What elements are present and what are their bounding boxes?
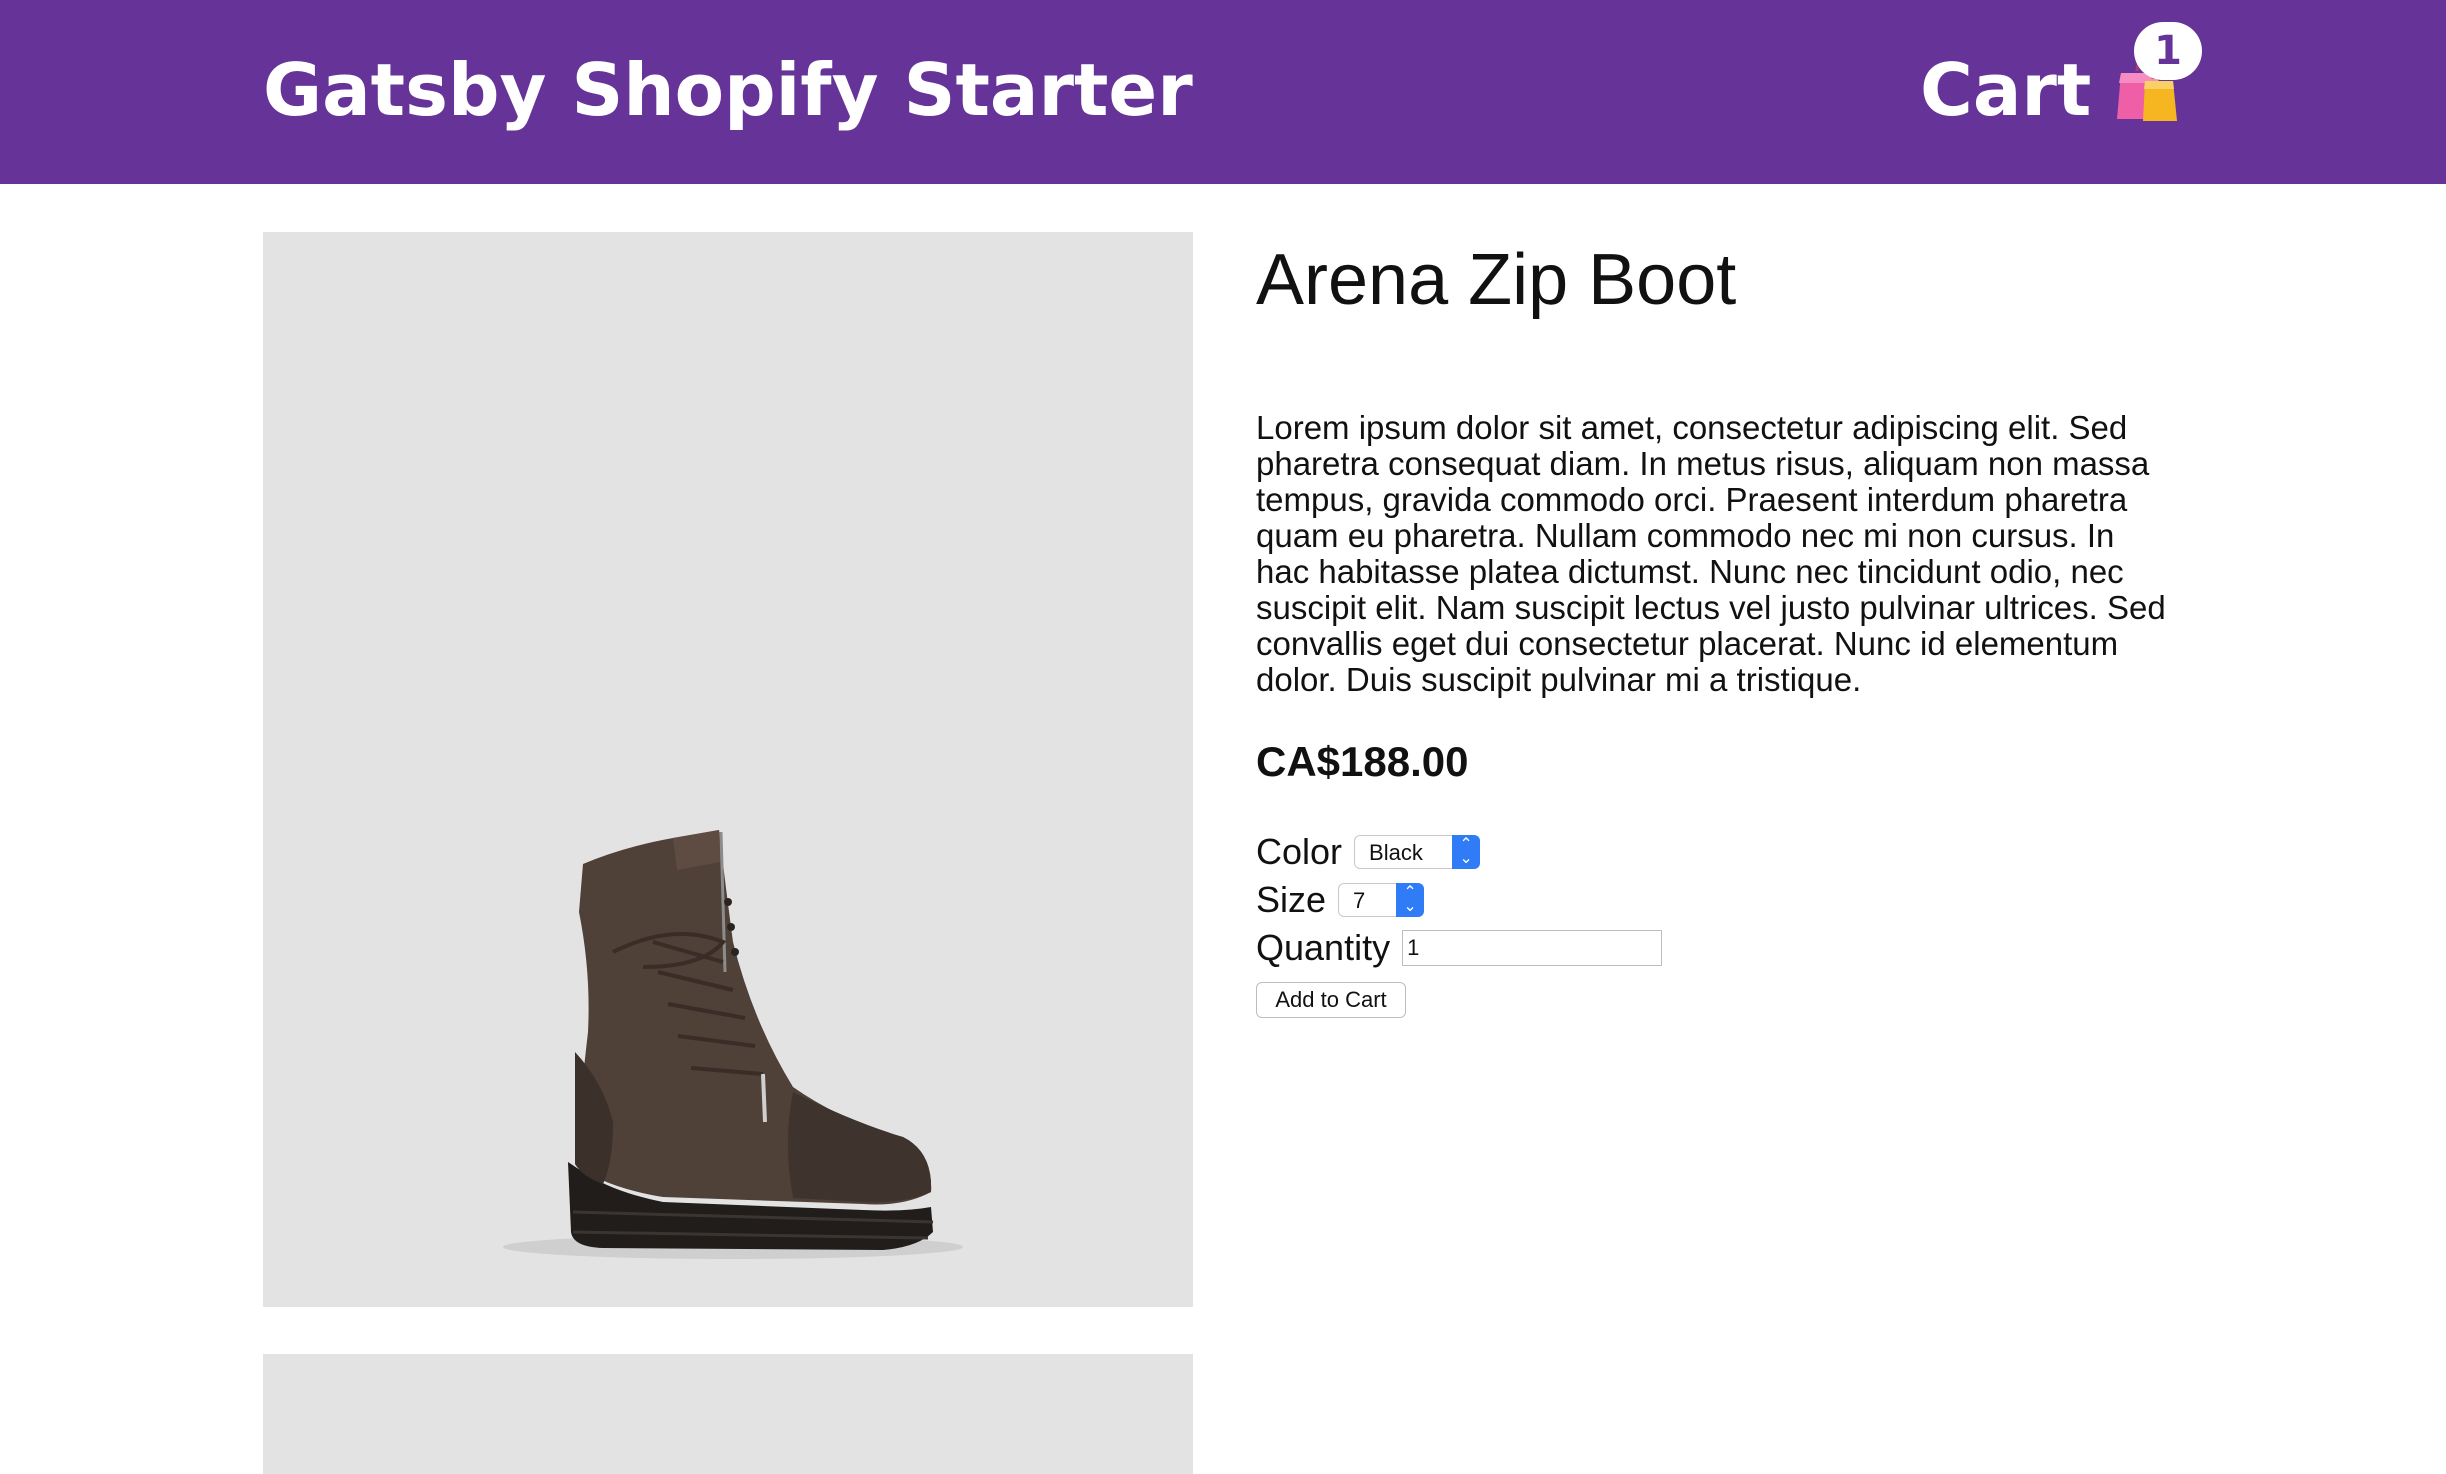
boot-image (503, 830, 963, 1259)
add-to-cart-button[interactable]: Add to Cart (1256, 982, 1406, 1018)
quantity-input[interactable]: 1 (1402, 930, 1663, 966)
size-select-value: 7 (1353, 888, 1366, 913)
product-gallery (263, 232, 1193, 1474)
site-header: Gatsby Shopify Starter Cart 1 (0, 0, 2446, 184)
product-title: Arena Zip Boot (1256, 240, 1737, 320)
cart-count-badge: 1 (2134, 22, 2202, 80)
chevron-up-down-icon: ⌃ ⌄ (1396, 883, 1425, 917)
quantity-label: Quantity (1256, 927, 1391, 968)
quantity-option: Quantity 1 (1256, 926, 1663, 970)
color-select-value: Black (1369, 840, 1423, 865)
product-description: Lorem ipsum dolor sit amet, consectetur … (1256, 409, 2166, 698)
product-price: CA$188.00 (1256, 738, 1469, 785)
product-image-frame (263, 232, 1193, 1307)
cart-label: Cart (1920, 48, 2092, 132)
size-option: Size 7 ⌃ ⌄ (1256, 878, 1425, 922)
product-details: Arena Zip Boot Lorem ipsum dolor sit ame… (1256, 232, 2176, 1018)
site-title-link[interactable]: Gatsby Shopify Starter (263, 44, 1193, 136)
color-option: Color Black ⌃ ⌄ (1256, 830, 1481, 874)
product-image-frame-2 (263, 1354, 1193, 1474)
size-label: Size (1256, 879, 1327, 920)
color-label: Color (1256, 831, 1343, 872)
color-select[interactable]: Black ⌃ ⌄ (1354, 835, 1481, 869)
chevron-up-down-icon: ⌃ ⌄ (1452, 835, 1481, 869)
size-select[interactable]: 7 ⌃ ⌄ (1338, 883, 1425, 917)
